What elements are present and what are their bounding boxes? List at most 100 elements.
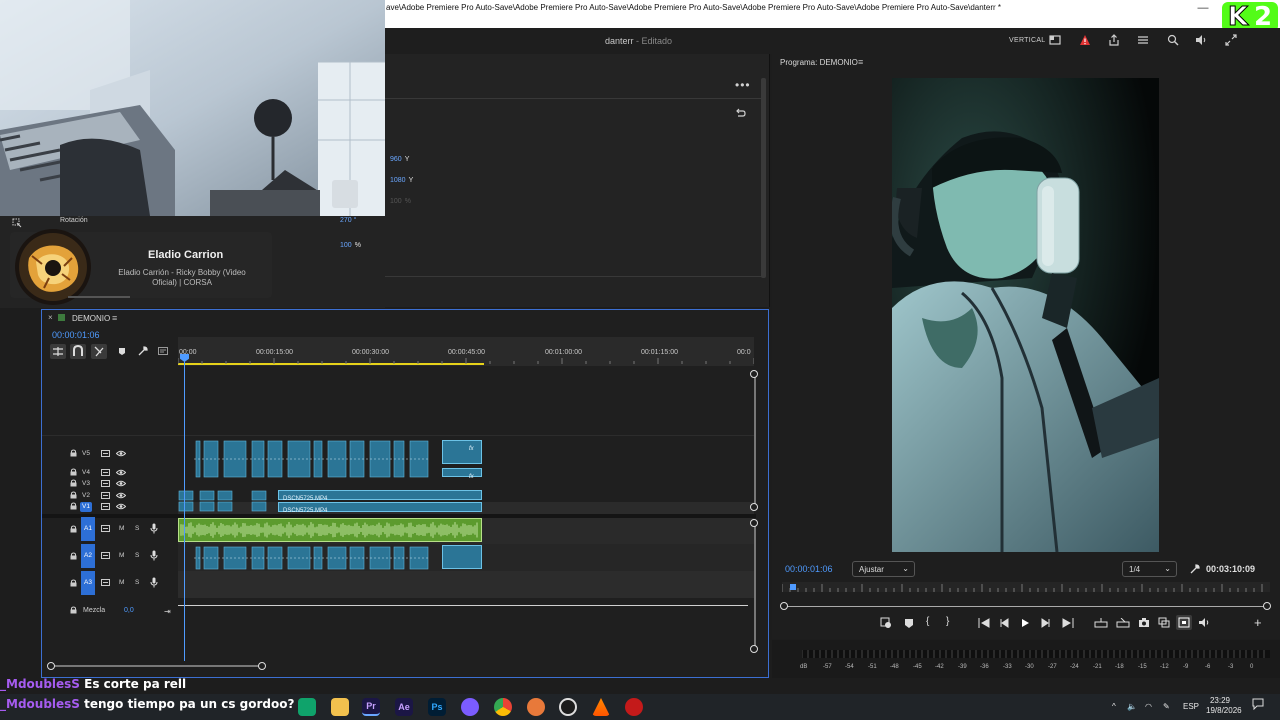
- v1-clip[interactable]: DSCN5725.MP4: [278, 502, 482, 514]
- track-name[interactable]: V3: [80, 479, 92, 489]
- a1-audio-clip[interactable]: [178, 518, 482, 542]
- volume-icon[interactable]: [1195, 34, 1209, 48]
- go-to-in-icon[interactable]: [978, 618, 990, 628]
- solo-button[interactable]: S: [135, 525, 139, 532]
- wrench-icon[interactable]: [138, 346, 148, 356]
- rotation-value[interactable]: 270 °: [340, 217, 356, 224]
- workspace-label[interactable]: VERTICAL: [1009, 37, 1046, 44]
- audio-vertical-scrollbar[interactable]: [754, 523, 756, 648]
- v2-clip[interactable]: DSCN5725.MP4: [278, 490, 482, 502]
- v2-v1-small-clips[interactable]: [178, 490, 278, 512]
- track-name[interactable]: V2: [80, 491, 92, 501]
- warning-icon[interactable]: [1079, 34, 1093, 48]
- video-scroll-handle-top[interactable]: [750, 370, 758, 378]
- track-lock-icon[interactable]: [70, 449, 77, 457]
- volume-icon[interactable]: [1198, 617, 1210, 628]
- step-back-icon[interactable]: [1000, 618, 1010, 628]
- track-name[interactable]: A3: [81, 571, 95, 595]
- solo-button[interactable]: S: [135, 579, 139, 586]
- camera-icon[interactable]: [1138, 617, 1150, 628]
- obs-icon[interactable]: [559, 698, 577, 716]
- v4-clip-end[interactable]: fx: [442, 468, 482, 480]
- sync-lock-icon[interactable]: [101, 469, 110, 476]
- video-vertical-scrollbar[interactable]: [754, 372, 756, 506]
- track-lock-icon[interactable]: [70, 468, 77, 476]
- track-lock-icon[interactable]: [70, 502, 77, 510]
- premiere-pro-icon[interactable]: Pr: [362, 698, 380, 716]
- extract-icon[interactable]: [1116, 618, 1130, 628]
- audio-scroll-handle-top[interactable]: [750, 519, 758, 527]
- reset-icon[interactable]: [735, 108, 746, 118]
- sync-lock-icon[interactable]: [101, 480, 110, 487]
- track-name[interactable]: V5: [80, 449, 92, 459]
- chrome-icon[interactable]: [494, 698, 512, 716]
- linked-selection-icon[interactable]: [91, 344, 107, 359]
- eye-icon[interactable]: [116, 450, 126, 457]
- tab-menu-icon[interactable]: ≡: [112, 313, 117, 323]
- browser-icon[interactable]: [527, 698, 545, 716]
- program-zoom-bar[interactable]: [784, 606, 1268, 607]
- track-lock-icon[interactable]: [70, 491, 77, 499]
- program-menu-icon[interactable]: ≡: [858, 57, 863, 67]
- eye-icon[interactable]: [116, 492, 126, 499]
- panel-scrollbar[interactable]: [761, 78, 766, 278]
- a2-clip-group[interactable]: [194, 546, 430, 570]
- eye-icon[interactable]: [116, 480, 126, 487]
- eye-icon[interactable]: [116, 469, 126, 476]
- zoom-handle-left[interactable]: [47, 662, 55, 670]
- opacity-value[interactable]: 100 %: [340, 238, 361, 250]
- track-lock-icon[interactable]: [70, 579, 77, 587]
- position-x-value[interactable]: 960 Y: [390, 152, 409, 164]
- solo-button[interactable]: S: [135, 552, 139, 559]
- playhead[interactable]: [184, 355, 185, 661]
- photoshop-icon[interactable]: Ps: [428, 698, 446, 716]
- app-icon-green[interactable]: [298, 698, 316, 716]
- minimize-button[interactable]: —: [1192, 2, 1214, 18]
- program-timecode-current[interactable]: 00:00:01:06: [785, 564, 833, 574]
- mix-value[interactable]: 0,0: [124, 607, 134, 614]
- compare-view-icon[interactable]: [1158, 617, 1170, 628]
- go-to-out-icon[interactable]: [1062, 618, 1074, 628]
- settings-wrench-icon[interactable]: [1190, 564, 1200, 574]
- go-to-end-icon[interactable]: ⇥: [164, 607, 171, 616]
- mix-lock-icon[interactable]: [70, 606, 77, 614]
- discord-icon[interactable]: [461, 698, 479, 716]
- add-marker-icon[interactable]: [118, 347, 126, 356]
- after-effects-icon[interactable]: Ae: [395, 698, 413, 716]
- insert-nest-button[interactable]: [50, 344, 66, 359]
- app-icon-red[interactable]: [625, 698, 643, 716]
- fit-dropdown[interactable]: Ajustar ⌄: [852, 561, 915, 577]
- share-icon[interactable]: [1108, 34, 1122, 48]
- position-y-value[interactable]: 1080 Y: [390, 173, 413, 185]
- microphone-icon[interactable]: [150, 577, 158, 588]
- safe-margins-icon[interactable]: [1176, 615, 1192, 630]
- add-marker-icon[interactable]: [904, 617, 914, 629]
- lift-icon[interactable]: [1094, 618, 1108, 628]
- program-monitor-title[interactable]: Programa: DEMONIO: [780, 58, 858, 67]
- track-lock-icon[interactable]: [70, 525, 77, 533]
- scale-value[interactable]: 100 %: [390, 194, 411, 206]
- pen-tray-icon[interactable]: ✎: [1163, 702, 1170, 711]
- program-mini-ruler[interactable]: [782, 582, 1270, 592]
- track-name[interactable]: A1: [81, 517, 95, 541]
- resolution-dropdown[interactable]: 1/4 ⌄: [1122, 561, 1177, 577]
- program-video-frame[interactable]: [892, 78, 1159, 552]
- menu-lines-icon[interactable]: [1137, 34, 1151, 48]
- track-name[interactable]: V1: [80, 502, 92, 512]
- tray-chevron-icon[interactable]: ^: [1112, 702, 1116, 711]
- horizontal-zoom-scrollbar[interactable]: [50, 665, 262, 667]
- clock[interactable]: 23:29 19/8/2026: [1206, 696, 1242, 716]
- track-name[interactable]: A2: [81, 544, 95, 568]
- track-lock-icon[interactable]: [70, 479, 77, 487]
- play-icon[interactable]: [1020, 618, 1030, 628]
- microphone-icon[interactable]: [150, 550, 158, 561]
- a2-clip-end[interactable]: [442, 545, 482, 569]
- network-tray-icon[interactable]: ◠: [1145, 702, 1152, 711]
- mark-out-icon[interactable]: }: [946, 616, 949, 627]
- program-zoom-handle-left[interactable]: [780, 602, 788, 610]
- snap-magnet-icon[interactable]: [70, 344, 86, 359]
- sync-lock-icon[interactable]: [101, 492, 110, 499]
- track-name[interactable]: V4: [80, 468, 92, 478]
- sequence-tab-title[interactable]: DEMONIO: [72, 314, 110, 323]
- sync-lock-icon[interactable]: [101, 503, 110, 510]
